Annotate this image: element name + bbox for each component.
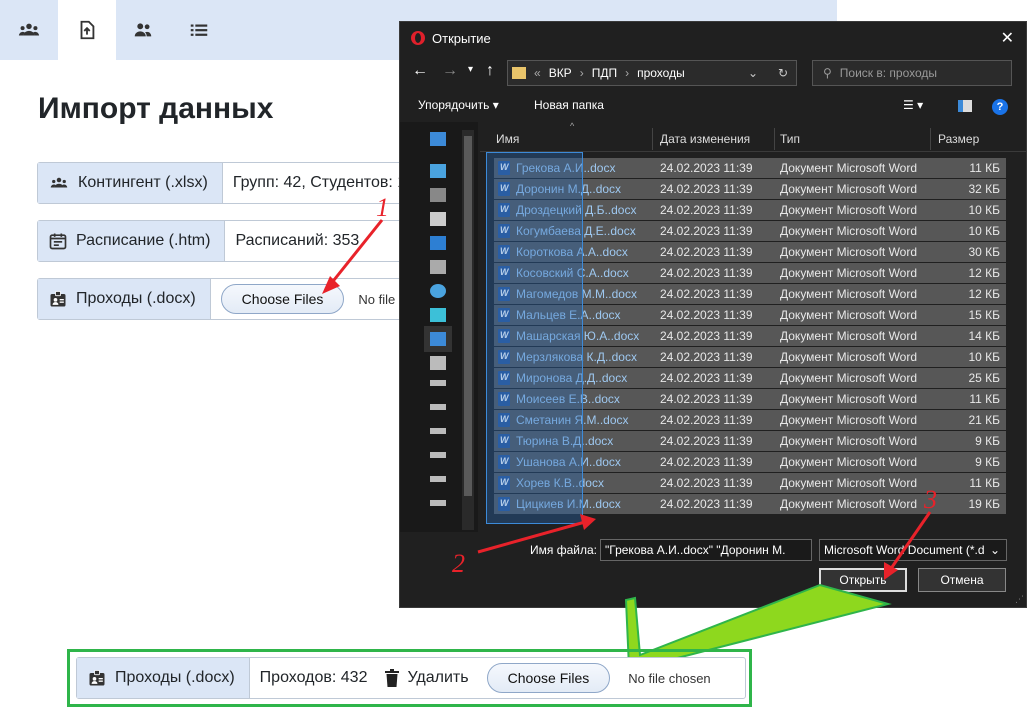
annotation-overlay: 1 2 3 xyxy=(322,193,937,692)
trash-icon xyxy=(385,669,400,687)
step-2-label: 2 xyxy=(452,549,465,578)
red-arrow-step1 xyxy=(322,219,384,294)
no-file-chosen-text: No file chosen xyxy=(628,670,711,686)
delete-label: Удалить xyxy=(407,669,469,686)
choose-files-button[interactable]: Choose Files xyxy=(486,663,611,693)
passes-result-value: Проходов: 432 Удалить Choose Files No fi… xyxy=(250,658,721,698)
red-arrow-step2 xyxy=(477,514,596,554)
passes-result-label-text: Проходы (.docx) xyxy=(115,669,235,686)
red-arrow-step3 xyxy=(884,511,932,580)
passes-result-group: Проходы (.docx) Проходов: 432 Удалить Ch… xyxy=(76,657,746,699)
step-3-label: 3 xyxy=(923,485,937,514)
passes-result-label: Проходы (.docx) xyxy=(77,658,250,698)
id-badge-icon xyxy=(89,670,105,686)
step-1-label: 1 xyxy=(376,193,389,222)
delete-button[interactable]: Удалить xyxy=(385,669,469,687)
result-highlight-frame: Проходы (.docx) Проходов: 432 Удалить Ch… xyxy=(67,649,752,707)
passes-count: Проходов: 432 xyxy=(259,669,368,686)
